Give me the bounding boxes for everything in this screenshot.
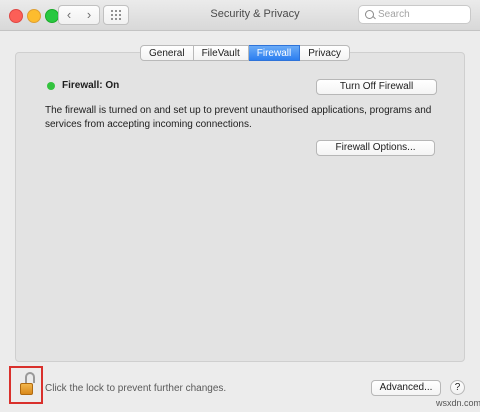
chevron-left-icon: ‹ <box>66 7 72 22</box>
turn-off-firewall-button[interactable]: Turn Off Firewall <box>316 79 437 95</box>
advanced-button[interactable]: Advanced... <box>371 380 441 396</box>
tab-bar: General FileVault Firewall Privacy <box>140 45 350 61</box>
titlebar: ‹ › Security & Privacy <box>0 0 480 31</box>
firewall-options-button[interactable]: Firewall Options... <box>316 140 435 156</box>
tab-general[interactable]: General <box>140 45 194 61</box>
firewall-panel <box>15 52 465 362</box>
search-input[interactable] <box>378 8 466 21</box>
firewall-description: The firewall is turned on and set up to … <box>45 105 432 130</box>
search-field[interactable] <box>358 5 471 24</box>
window-title: Security & Privacy <box>210 8 300 20</box>
forward-button[interactable]: › <box>79 5 100 25</box>
show-all-button[interactable] <box>103 5 129 25</box>
maximize-button[interactable] <box>45 9 59 23</box>
firewall-status-label: Firewall: On <box>62 80 120 91</box>
tab-firewall[interactable]: Firewall <box>248 45 301 61</box>
lock-hint-text: Click the lock to prevent further change… <box>45 383 227 394</box>
status-indicator <box>47 82 55 90</box>
search-icon <box>365 10 374 19</box>
help-button[interactable]: ? <box>450 380 465 395</box>
chevron-right-icon: › <box>86 7 92 22</box>
lock-button[interactable] <box>9 366 43 404</box>
tab-filevault[interactable]: FileVault <box>193 45 249 61</box>
tab-privacy[interactable]: Privacy <box>300 45 350 61</box>
minimize-button[interactable] <box>27 9 41 23</box>
watermark: wsxdn.com <box>436 398 480 408</box>
window: ‹ › Security & Privacy General FileVault… <box>0 0 480 412</box>
back-button[interactable]: ‹ <box>58 5 80 25</box>
close-button[interactable] <box>9 9 23 23</box>
